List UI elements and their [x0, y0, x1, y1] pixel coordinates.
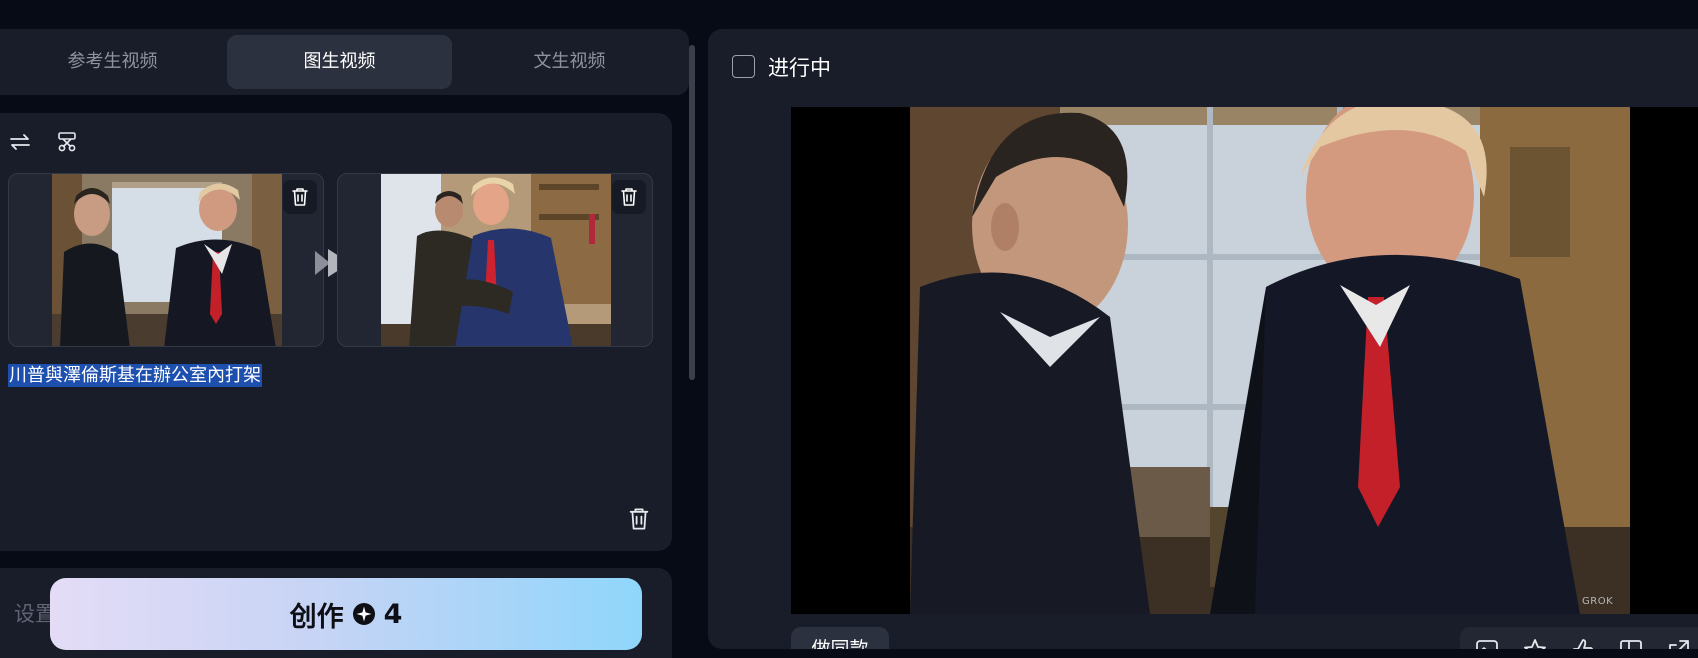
create-button[interactable]: 创作 4 — [50, 578, 642, 650]
layout-icon[interactable] — [1618, 637, 1644, 649]
credit-count: 4 — [383, 598, 403, 630]
video-frame-image — [910, 107, 1630, 614]
tab-text-to-video[interactable]: 文生视频 — [457, 35, 682, 89]
tab-reference-video[interactable]: 参考生视频 — [0, 35, 225, 89]
delete-start-frame-button[interactable] — [283, 180, 317, 214]
trash-icon — [292, 188, 308, 206]
select-checkbox[interactable] — [732, 55, 755, 78]
video-watermark: GROK — [1582, 596, 1614, 607]
clear-prompt-button[interactable] — [628, 507, 654, 535]
start-frame-image — [52, 174, 282, 346]
generation-status: 进行中 — [768, 56, 831, 80]
tab-image-to-video[interactable]: 图生视频 — [227, 35, 452, 89]
video-action-bar — [1460, 627, 1698, 649]
prompt-text[interactable]: 川普與澤倫斯基在辦公室內打架 — [8, 364, 262, 387]
video-player[interactable]: GROK — [791, 107, 1698, 614]
mode-tabs: 参考生视频 图生视频 文生视频 — [0, 29, 689, 95]
image-icon[interactable] — [1474, 637, 1500, 649]
create-label: 创作 — [289, 601, 344, 633]
start-frame[interactable] — [8, 173, 324, 347]
swap-icon[interactable] — [7, 129, 33, 155]
share-icon[interactable] — [1666, 637, 1692, 649]
left-scrollbar[interactable] — [688, 35, 696, 380]
end-frame-image — [381, 174, 611, 346]
result-panel: 进行中 GROK 做同款 — [708, 29, 1698, 649]
thumbs-up-icon[interactable] — [1570, 637, 1596, 649]
scrollbar-thumb[interactable] — [689, 45, 695, 380]
trash-icon — [621, 188, 637, 206]
scissors-icon[interactable] — [54, 129, 80, 155]
prompt-editor-card: 川普與澤倫斯基在辦公室內打架 — [0, 113, 672, 551]
star-icon[interactable] — [1522, 637, 1548, 649]
delete-end-frame-button[interactable] — [612, 180, 646, 214]
same-style-button[interactable]: 做同款 — [791, 627, 889, 649]
trash-icon — [629, 508, 649, 530]
credit-star-icon — [352, 602, 376, 626]
end-frame[interactable] — [337, 173, 653, 347]
